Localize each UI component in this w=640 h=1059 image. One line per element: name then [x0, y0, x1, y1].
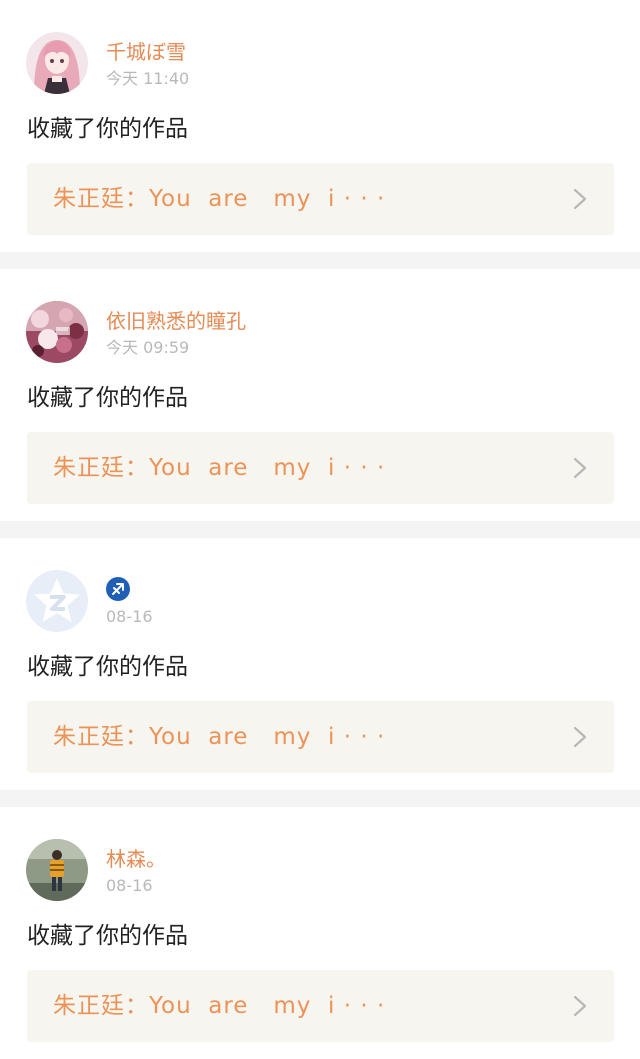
person-photo-avatar-icon [26, 839, 88, 901]
divider [0, 252, 640, 269]
notification-item: 08-16 收藏了你的作品 朱正廷：You are my i · · · [0, 538, 640, 790]
user-avatar[interactable] [26, 839, 88, 901]
chevron-right-icon [573, 457, 587, 479]
timestamp: 08-16 [106, 876, 153, 895]
sagittarius-icon [106, 577, 130, 601]
referenced-work-title: 朱正廷：You are my i · · · [53, 724, 386, 750]
divider [0, 790, 640, 807]
action-text: 收藏了你的作品 [27, 116, 188, 142]
timestamp: 08-16 [106, 607, 153, 626]
username[interactable]: 林森。 [106, 847, 166, 871]
referenced-work-title: 朱正廷：You are my i · · · [53, 455, 386, 481]
notification-item: 千城ぼ雪 今天 11:40 收藏了你的作品 朱正廷：You are my i ·… [0, 0, 640, 252]
referenced-work-link[interactable]: 朱正廷：You are my i · · · [27, 970, 614, 1042]
anime-girl-avatar-icon [26, 32, 88, 94]
username[interactable]: 依旧熟悉的瞳孔 [106, 309, 246, 333]
timestamp: 今天 09:59 [106, 338, 190, 357]
user-avatar[interactable] [26, 301, 88, 363]
referenced-work-title: 朱正廷：You are my i · · · [53, 186, 386, 212]
user-avatar[interactable] [26, 32, 88, 94]
chevron-right-icon [573, 188, 587, 210]
default-qzone-star-avatar-icon [26, 570, 88, 632]
referenced-work-link[interactable]: 朱正廷：You are my i · · · [27, 163, 614, 235]
floral-photo-avatar-icon [26, 301, 88, 363]
action-text: 收藏了你的作品 [27, 385, 188, 411]
user-avatar[interactable] [26, 570, 88, 632]
chevron-right-icon [573, 995, 587, 1017]
timestamp: 今天 11:40 [106, 69, 190, 88]
divider [0, 521, 640, 538]
action-text: 收藏了你的作品 [27, 654, 188, 680]
username[interactable]: 千城ぼ雪 [106, 40, 186, 64]
referenced-work-link[interactable]: 朱正廷：You are my i · · · [27, 701, 614, 773]
notification-item: 林森。 08-16 收藏了你的作品 朱正廷：You are my i · · · [0, 807, 640, 1059]
chevron-right-icon [573, 726, 587, 748]
action-text: 收藏了你的作品 [27, 923, 188, 949]
referenced-work-link[interactable]: 朱正廷：You are my i · · · [27, 432, 614, 504]
referenced-work-title: 朱正廷：You are my i · · · [53, 993, 386, 1019]
notification-feed: 千城ぼ雪 今天 11:40 收藏了你的作品 朱正廷：You are my i ·… [0, 0, 640, 1059]
notification-item: 依旧熟悉的瞳孔 今天 09:59 收藏了你的作品 朱正廷：You are my … [0, 269, 640, 521]
